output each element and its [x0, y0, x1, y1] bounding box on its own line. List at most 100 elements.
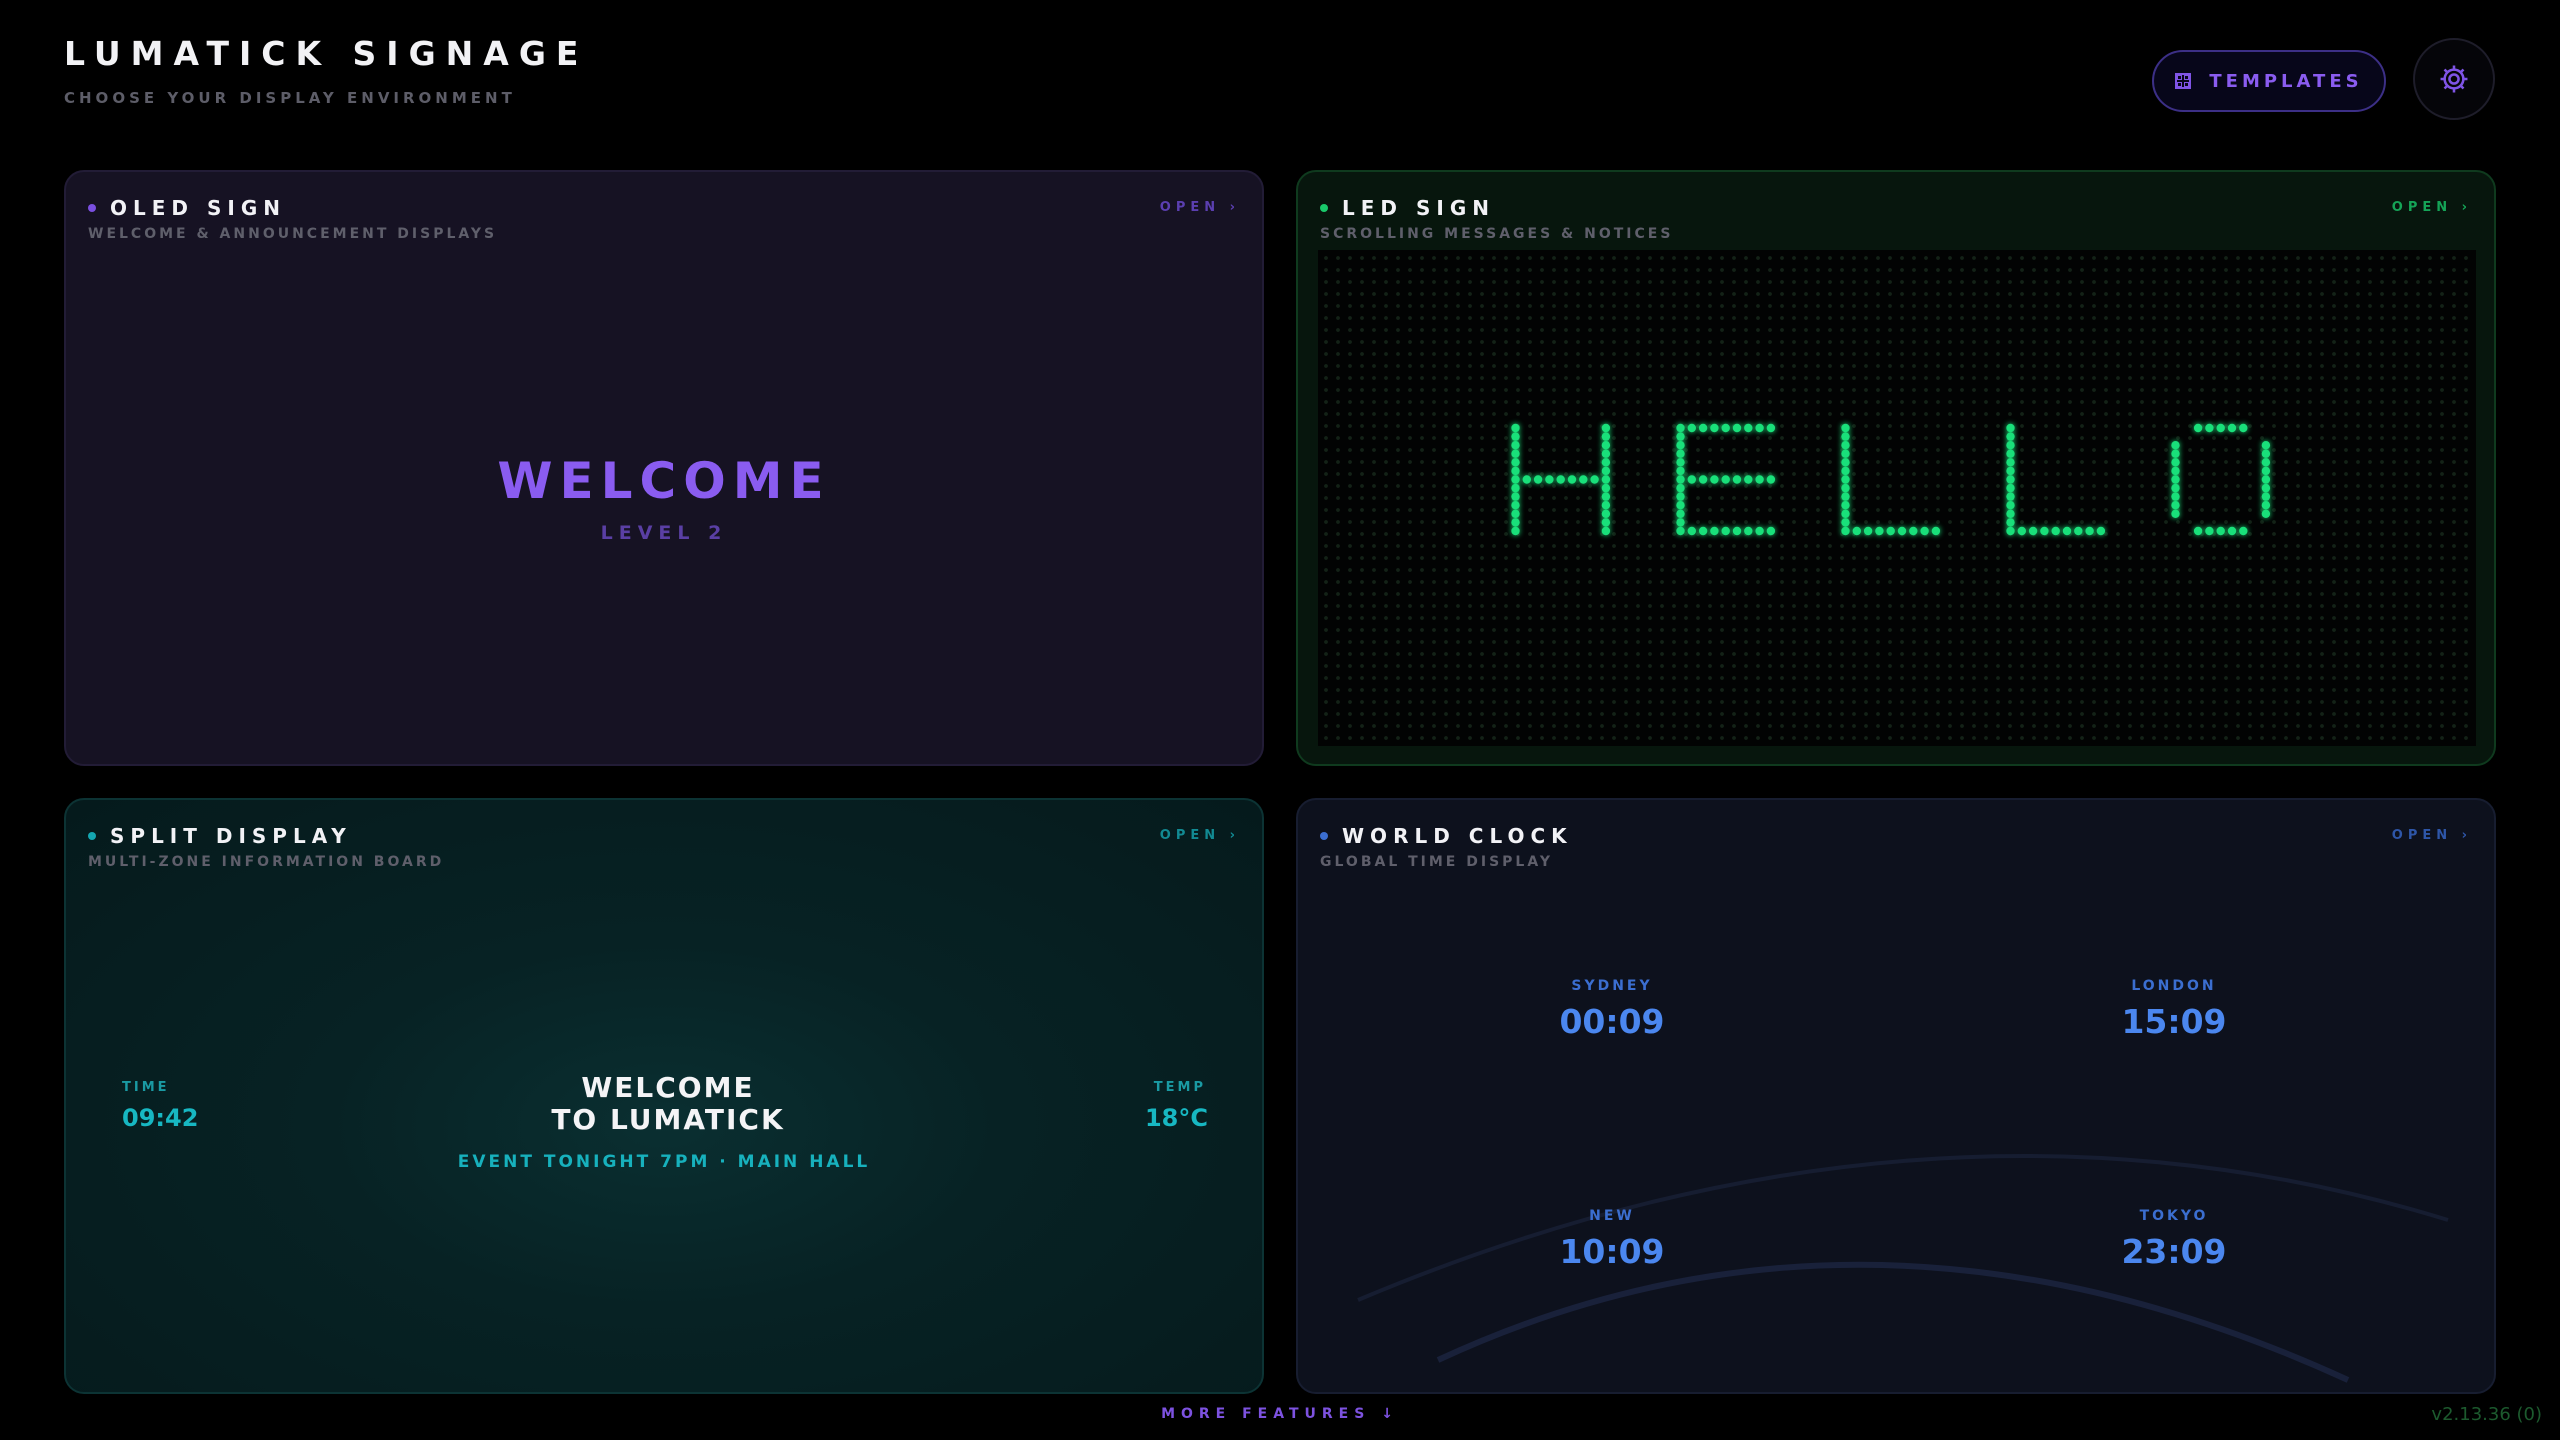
led-dot	[1841, 432, 1850, 441]
led-dot	[1744, 423, 1753, 433]
led-dot	[1676, 449, 1685, 458]
led-dot	[2171, 449, 2180, 458]
led-dot	[1909, 526, 1918, 536]
status-dot	[88, 204, 96, 212]
oled-preview-subtitle: LEVEL 2	[600, 522, 728, 544]
led-dot	[1841, 483, 1850, 493]
led-dot	[2006, 518, 2015, 527]
split-title: SPLIT DISPLAY	[110, 824, 352, 848]
city-clock-new: NEW 10:09	[1492, 1208, 1732, 1271]
led-dot	[1511, 449, 1520, 458]
oled-open-link[interactable]: OPEN ›	[1160, 200, 1240, 215]
led-dot	[1601, 458, 1611, 467]
led-dot	[1710, 423, 1719, 433]
led-dot	[1698, 423, 1708, 433]
led-dot	[1687, 475, 1696, 484]
led-dot	[2205, 526, 2214, 536]
templates-button[interactable]: TEMPLATES	[2152, 50, 2386, 112]
led-dot	[1511, 423, 1520, 433]
led-dot	[1676, 432, 1685, 441]
split-main-message: WELCOME TO LUMATICK	[66, 1072, 1262, 1136]
led-dot	[2017, 526, 2026, 536]
city-time: 23:09	[2121, 1232, 2227, 1271]
led-dot	[1698, 526, 1708, 536]
led-dot	[1841, 466, 1850, 476]
led-dot	[1698, 475, 1708, 484]
city-time: 00:09	[1559, 1002, 1665, 1041]
led-dot	[2261, 441, 2271, 450]
led-dot	[1676, 518, 1685, 527]
app-title: LUMATICK SIGNAGE	[64, 34, 589, 73]
led-dot	[2006, 432, 2015, 441]
led-dot	[1676, 458, 1685, 467]
city-clock-sydney: SYDNEY 00:09	[1492, 978, 1732, 1041]
led-dot	[2261, 492, 2271, 501]
city-time: 10:09	[1559, 1232, 1665, 1271]
led-dot	[1676, 466, 1685, 476]
led-dot	[2171, 466, 2180, 476]
led-sign-card[interactable]: LED SIGN SCROLLING MESSAGES & NOTICES OP…	[1296, 170, 2496, 766]
led-matrix-panel	[1318, 250, 2476, 746]
led-dot	[1841, 458, 1850, 467]
led-dot	[1601, 526, 1611, 536]
led-dot	[2040, 526, 2049, 536]
led-dot	[1744, 475, 1753, 484]
led-dot	[1732, 475, 1742, 484]
more-features-link[interactable]: MORE FEATURES ↓	[0, 1406, 2560, 1422]
led-dot	[2171, 483, 2180, 493]
led-dot	[2006, 466, 2015, 476]
led-dot	[1511, 526, 1520, 536]
led-dot	[2193, 423, 2203, 433]
led-dot	[1841, 526, 1850, 536]
card-title: SPLIT DISPLAY	[88, 824, 1240, 848]
led-dot	[1710, 526, 1719, 536]
led-dot	[1601, 492, 1611, 501]
split-subtitle: MULTI-ZONE INFORMATION BOARD	[88, 854, 445, 870]
led-dot	[1511, 466, 1520, 476]
city-clock-london: LONDON 15:09	[2054, 978, 2294, 1041]
split-display-card[interactable]: SPLIT DISPLAY MULTI-ZONE INFORMATION BOA…	[64, 798, 1264, 1394]
led-dot	[2062, 526, 2072, 536]
led-dot	[1601, 518, 1611, 527]
clock-open-link[interactable]: OPEN ›	[2392, 828, 2472, 843]
led-title: LED SIGN	[1342, 196, 1495, 220]
card-title: OLED SIGN	[88, 196, 1240, 220]
oled-sign-card[interactable]: OLED SIGN WELCOME & ANNOUNCEMENT DISPLAY…	[64, 170, 1264, 766]
led-dot	[1886, 526, 1895, 536]
led-dot	[1875, 526, 1884, 536]
led-dot	[1931, 526, 1941, 536]
led-dot	[2261, 501, 2271, 510]
oled-subtitle: WELCOME & ANNOUNCEMENT DISPLAYS	[88, 226, 498, 242]
led-dot	[2261, 483, 2271, 493]
led-dot	[1687, 423, 1696, 433]
led-dot	[2051, 526, 2060, 536]
world-clock-card[interactable]: WORLD CLOCK GLOBAL TIME DISPLAY OPEN › S…	[1296, 798, 2496, 1394]
led-dot	[2006, 475, 2015, 484]
led-dot	[1676, 483, 1685, 493]
led-dot	[1601, 423, 1611, 433]
led-dot	[1511, 518, 1520, 527]
city-name: SYDNEY	[1571, 978, 1653, 994]
templates-button-label: TEMPLATES	[2209, 70, 2363, 92]
split-main-line2: TO LUMATICK	[551, 1103, 785, 1136]
led-dot	[1676, 526, 1685, 536]
led-dot	[1676, 492, 1685, 501]
led-dot	[2261, 458, 2271, 467]
led-dot	[2216, 526, 2225, 536]
led-dot	[2006, 492, 2015, 501]
led-open-link[interactable]: OPEN ›	[2392, 200, 2472, 215]
led-dot	[2006, 501, 2015, 510]
led-dot	[2239, 423, 2248, 433]
split-open-link[interactable]: OPEN ›	[1160, 828, 1240, 843]
led-dot	[2239, 526, 2248, 536]
globe-arcs	[1357, 1154, 2449, 1383]
oled-preview-title: WELCOME	[497, 452, 831, 510]
clock-subtitle: GLOBAL TIME DISPLAY	[1320, 854, 1553, 870]
settings-button[interactable]	[2413, 38, 2495, 120]
led-dot	[2171, 441, 2180, 450]
led-dot	[1766, 475, 1776, 484]
led-dot	[1601, 432, 1611, 441]
led-dot	[1590, 475, 1599, 484]
led-dot	[2171, 509, 2180, 518]
grid-icon	[2175, 73, 2192, 89]
